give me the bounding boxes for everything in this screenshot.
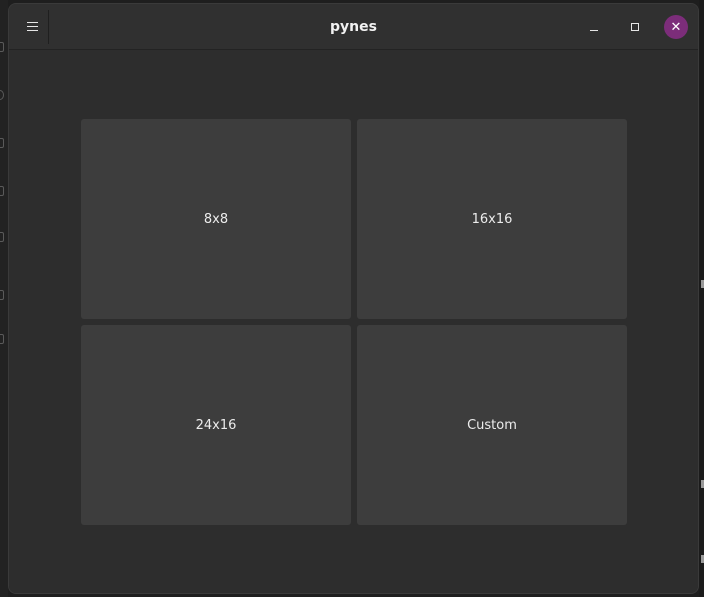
background-file-icon [0,42,4,52]
title-separator [48,10,49,44]
hamburger-menu-icon [26,21,38,31]
window-content: 8x8 16x16 24x16 Custom [9,50,698,593]
background-editor-edge [699,0,704,597]
main-menu-button[interactable] [15,9,49,43]
background-search-icon [0,90,4,100]
background-branch-icon [0,138,4,148]
maximize-button[interactable] [623,15,647,39]
title-bar[interactable]: pynes ✕ [9,4,698,50]
close-button[interactable]: ✕ [664,15,688,39]
minimize-button[interactable] [582,15,606,39]
background-run-icon [0,186,4,196]
maximize-icon [631,23,639,31]
app-window: pynes ✕ 8x8 16x16 24x16 Custom [8,3,699,594]
size-option-custom-button[interactable]: Custom [357,325,627,525]
size-option-8x8-button[interactable]: 8x8 [81,119,351,319]
background-warning-icon [0,290,4,300]
size-option-16x16-button[interactable]: 16x16 [357,119,627,319]
background-app-strip [0,0,8,597]
size-option-24x16-button[interactable]: 24x16 [81,325,351,525]
desktop: pynes ✕ 8x8 16x16 24x16 Custom [0,0,704,597]
background-extensions-icon [0,232,4,242]
background-star-icon [0,334,4,344]
minimize-icon [590,30,598,31]
close-icon: ✕ [670,19,682,35]
size-options-grid: 8x8 16x16 24x16 Custom [81,119,628,525]
